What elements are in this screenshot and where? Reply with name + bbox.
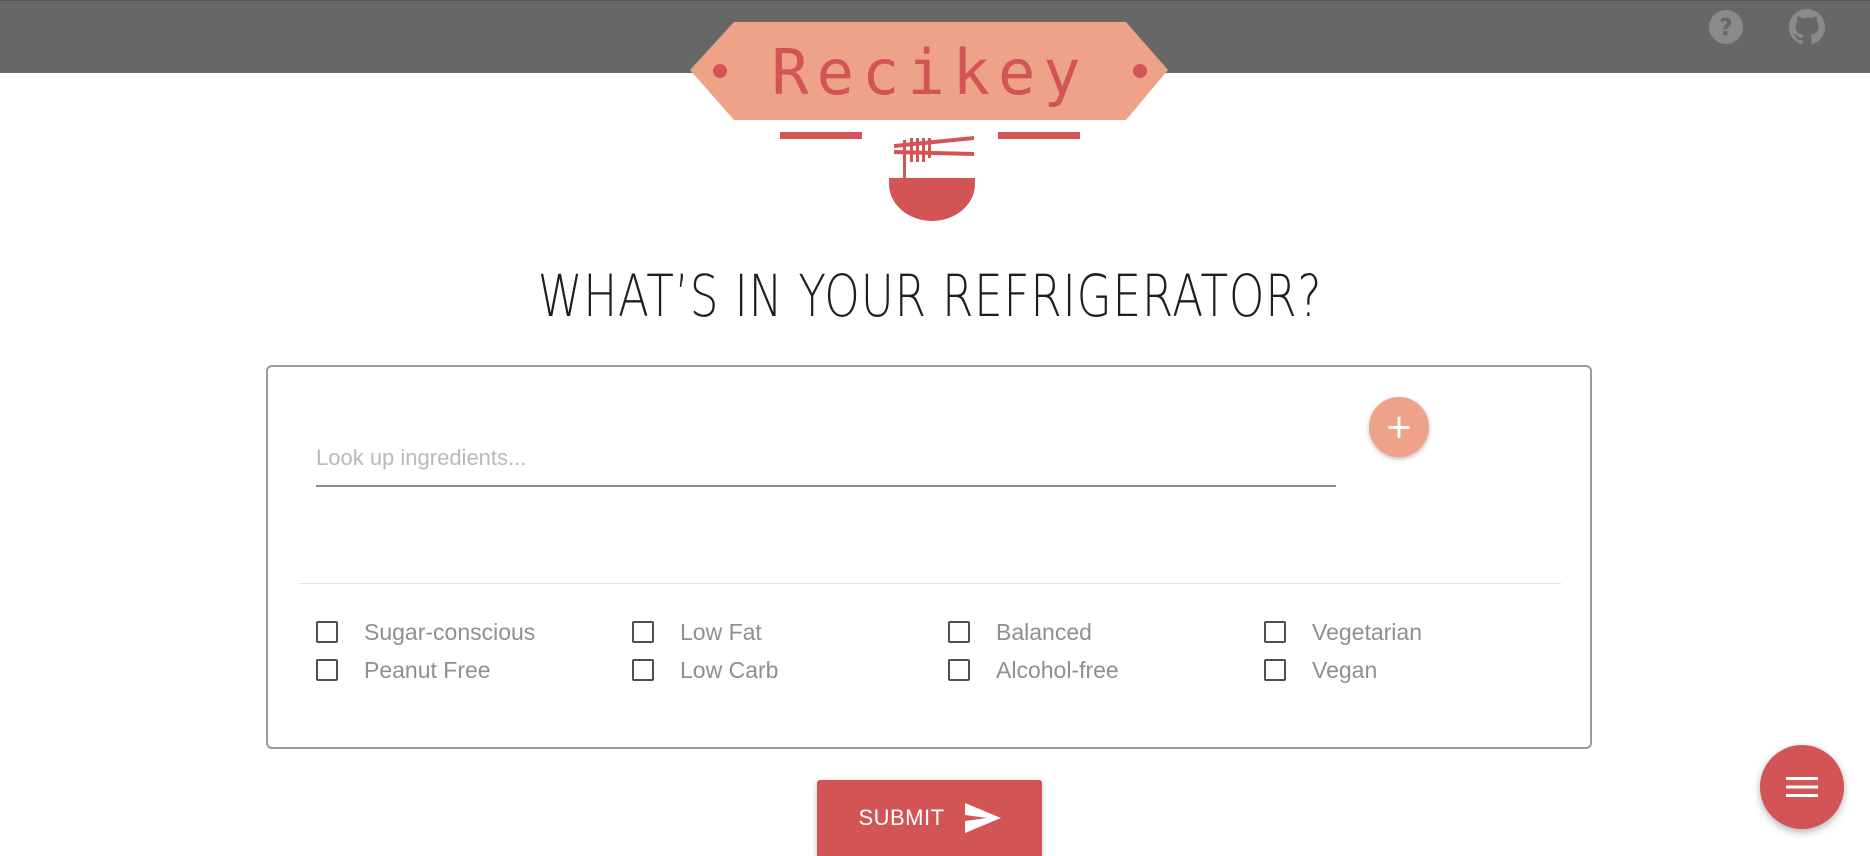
option-label: Sugar-conscious [364, 618, 536, 645]
add-ingredient-button[interactable]: + [1369, 397, 1429, 457]
submit-button[interactable]: SUBMIT [817, 780, 1042, 856]
question-circle-icon: ? [1709, 10, 1743, 44]
option-label: Vegetarian [1312, 618, 1422, 645]
help-button[interactable]: ? [1708, 9, 1744, 45]
checkbox[interactable] [1264, 659, 1286, 681]
svg-text:?: ? [1719, 15, 1732, 41]
send-icon [964, 803, 1001, 833]
checkbox[interactable] [1264, 621, 1286, 643]
option-vegan[interactable]: Vegan [1264, 657, 1580, 683]
option-label: Alcohol-free [996, 656, 1119, 683]
checkbox[interactable] [948, 659, 970, 681]
option-balanced[interactable]: Balanced [948, 619, 1264, 645]
logo[interactable]: Recikey [690, 22, 1170, 222]
github-button[interactable] [1789, 9, 1825, 45]
divider [299, 583, 1561, 584]
noodle-bowl-chopsticks-icon [889, 136, 975, 221]
github-icon [1789, 9, 1825, 45]
option-alcohol-free[interactable]: Alcohol-free [948, 657, 1264, 683]
hamburger-menu-icon [1786, 777, 1818, 797]
option-label: Vegan [1312, 656, 1378, 683]
page: ? Recikey WHAT’S IN YOUR REFRIGERATOR? L… [0, 0, 1870, 856]
ingredient-card: + Sugar-conscious Low Fat Balanced Veget… [266, 365, 1592, 749]
option-sugar-conscious[interactable]: Sugar-conscious [316, 619, 632, 645]
option-low-carb[interactable]: Low Carb [632, 657, 948, 683]
page-title: WHAT’S IN YOUR REFRIGERATOR? [537, 262, 1323, 330]
option-label: Low Fat [680, 618, 762, 645]
option-low-fat[interactable]: Low Fat [632, 619, 948, 645]
diet-options: Sugar-conscious Low Fat Balanced Vegetar… [316, 619, 1576, 683]
menu-fab-button[interactable] [1760, 745, 1844, 829]
option-label: Peanut Free [364, 656, 491, 683]
checkbox[interactable] [948, 621, 970, 643]
option-vegetarian[interactable]: Vegetarian [1264, 619, 1580, 645]
checkbox[interactable] [632, 659, 654, 681]
checkbox[interactable] [316, 659, 338, 681]
option-label: Low Carb [680, 656, 779, 683]
checkbox[interactable] [632, 621, 654, 643]
option-label: Balanced [996, 618, 1092, 645]
checkbox[interactable] [316, 621, 338, 643]
submit-label: SUBMIT [858, 805, 945, 830]
ingredient-search-input[interactable] [316, 431, 1336, 487]
logo-text: Recikey [771, 36, 1089, 109]
option-peanut-free[interactable]: Peanut Free [316, 657, 632, 683]
